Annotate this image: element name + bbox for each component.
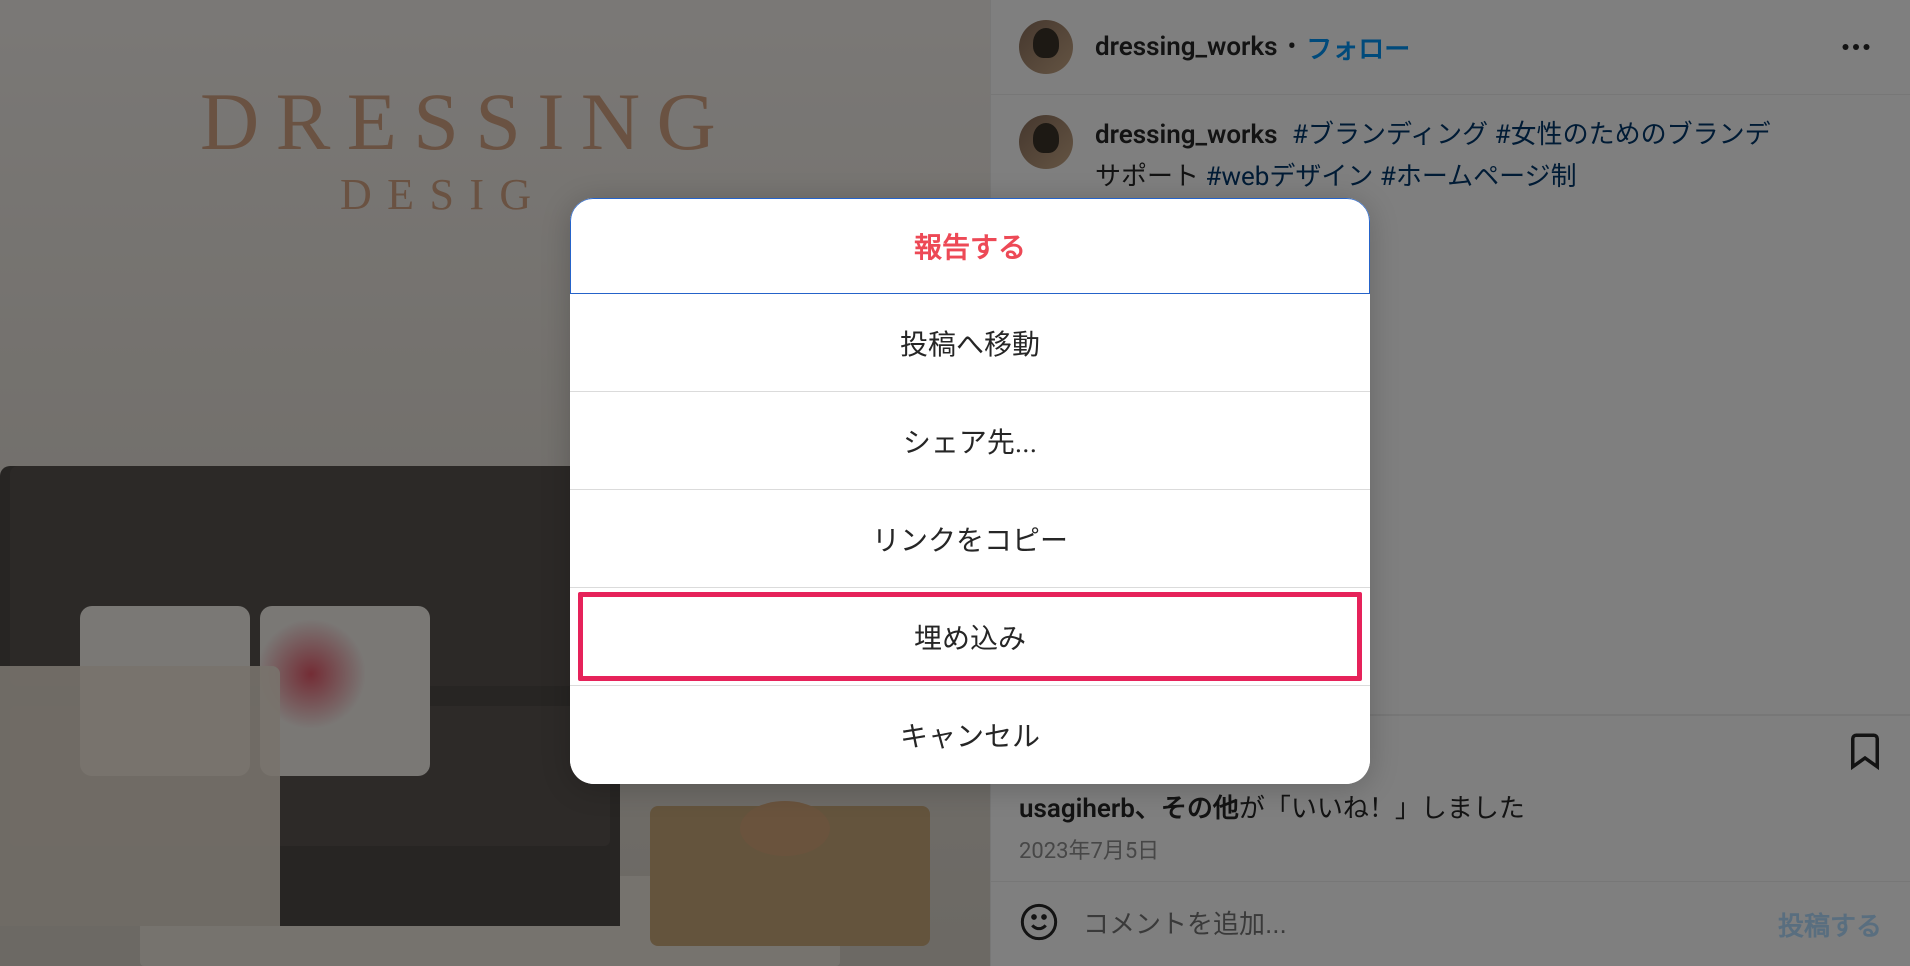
report-button[interactable]: 報告する: [570, 198, 1370, 295]
cancel-button[interactable]: キャンセル: [570, 686, 1370, 784]
go-to-post-button[interactable]: 投稿へ移動: [570, 294, 1370, 392]
share-to-button[interactable]: シェア先...: [570, 392, 1370, 490]
copy-link-button[interactable]: リンクをコピー: [570, 490, 1370, 588]
options-modal: 報告する 投稿へ移動 シェア先... リンクをコピー 埋め込み キャンセル: [570, 198, 1370, 784]
embed-button[interactable]: 埋め込み: [570, 588, 1370, 686]
embed-label: 埋め込み: [914, 617, 1026, 657]
